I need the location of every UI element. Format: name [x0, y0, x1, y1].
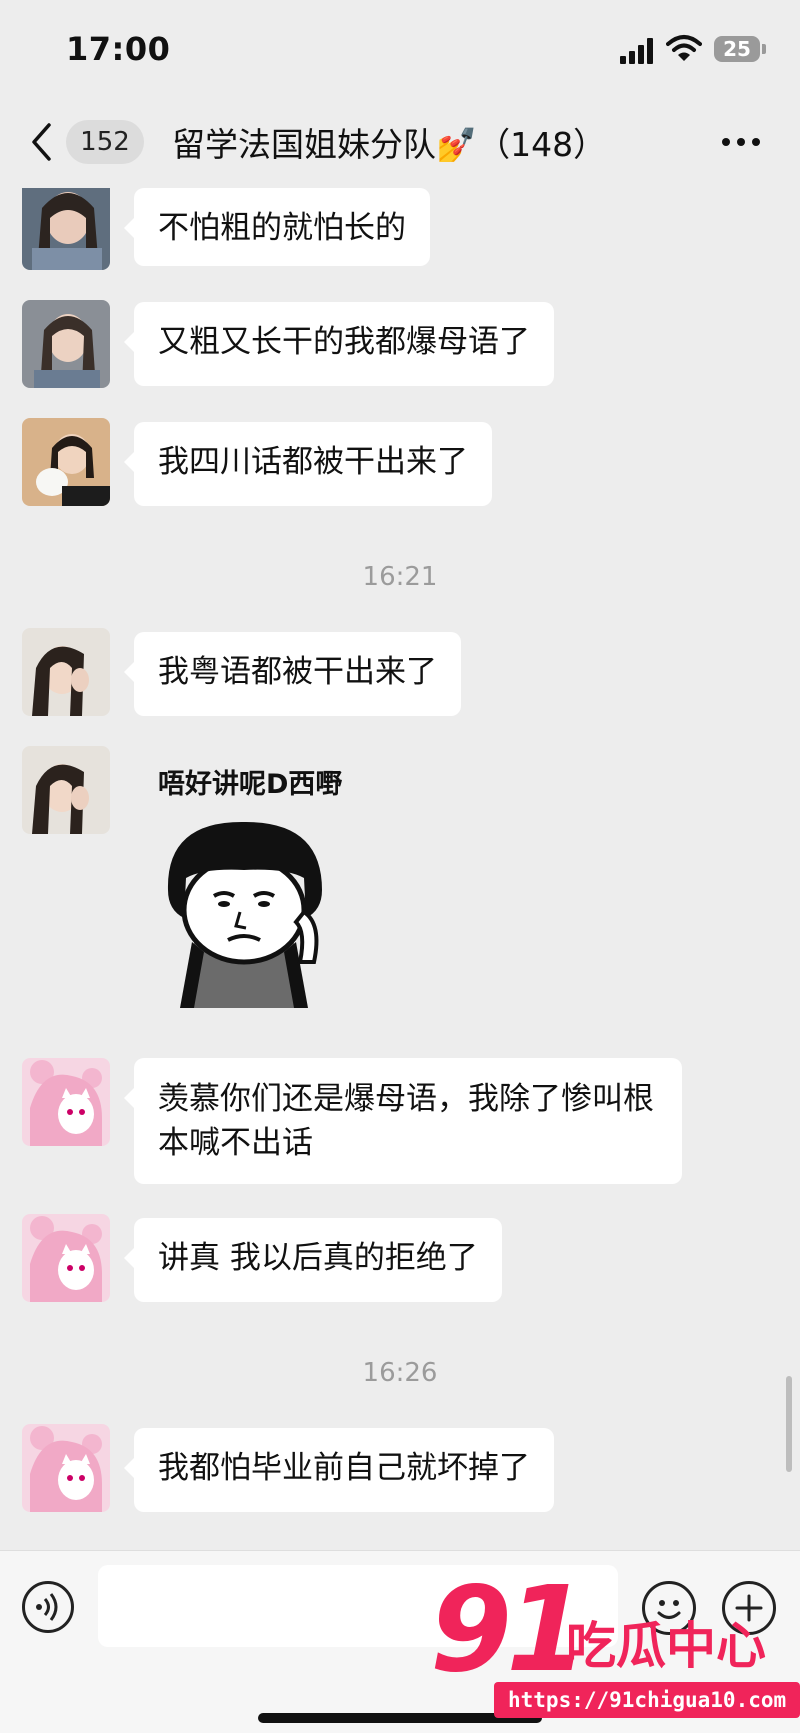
avatar[interactable]: [22, 746, 110, 834]
more-icon[interactable]: [722, 138, 762, 148]
message-bubble[interactable]: 讲真 我以后真的拒绝了: [124, 1218, 502, 1302]
message-bubble[interactable]: 我粤语都被干出来了: [124, 632, 461, 716]
status-time: 17:00: [66, 30, 171, 68]
message-bubble[interactable]: 羡慕你们还是爆母语，我除了惨叫根本喊不出话: [124, 1058, 682, 1184]
watermark-url: https://91chigua10.com: [494, 1682, 800, 1718]
watermark-logo: 91 吃瓜中心 https://91chigua10.com: [430, 1560, 800, 1726]
avatar[interactable]: [22, 300, 110, 388]
message-bubble[interactable]: 我四川话都被干出来了: [124, 422, 492, 506]
avatar[interactable]: [22, 188, 110, 270]
avatar[interactable]: [22, 1424, 110, 1512]
wifi-icon: [666, 35, 702, 61]
avatar[interactable]: [22, 418, 110, 506]
timestamp: 16:21: [362, 562, 438, 592]
avatar[interactable]: [22, 1058, 110, 1146]
scrollbar[interactable]: [786, 1376, 792, 1472]
back-chevron-icon[interactable]: [30, 122, 52, 162]
unread-count-badge[interactable]: 152: [66, 120, 144, 164]
message-bubble[interactable]: 我都怕毕业前自己就坏掉了: [124, 1428, 554, 1512]
sticker-caption: 唔好讲呢D西嘢: [158, 769, 343, 800]
message-bubble[interactable]: 不怕粗的就怕长的: [124, 188, 430, 266]
chat-title: 留学法国姐妹分队💅（148）: [172, 125, 607, 164]
watermark-number: 91: [430, 1560, 588, 1698]
message-bubble[interactable]: 又粗又长干的我都爆母语了: [124, 302, 554, 386]
avatar[interactable]: [22, 1214, 110, 1302]
watermark-brand: 吃瓜中心: [566, 1617, 766, 1675]
voice-icon[interactable]: [22, 1581, 74, 1633]
battery-icon: 25: [714, 36, 760, 62]
timestamp: 16:26: [362, 1358, 438, 1388]
meme-sticker[interactable]: [146, 812, 346, 1008]
battery-tip: [762, 44, 766, 54]
status-bar: 17:00 25: [0, 0, 800, 100]
avatar[interactable]: [22, 628, 110, 716]
signal-icon: [620, 38, 656, 64]
chat-header: 152 留学法国姐妹分队💅（148）: [0, 100, 800, 184]
